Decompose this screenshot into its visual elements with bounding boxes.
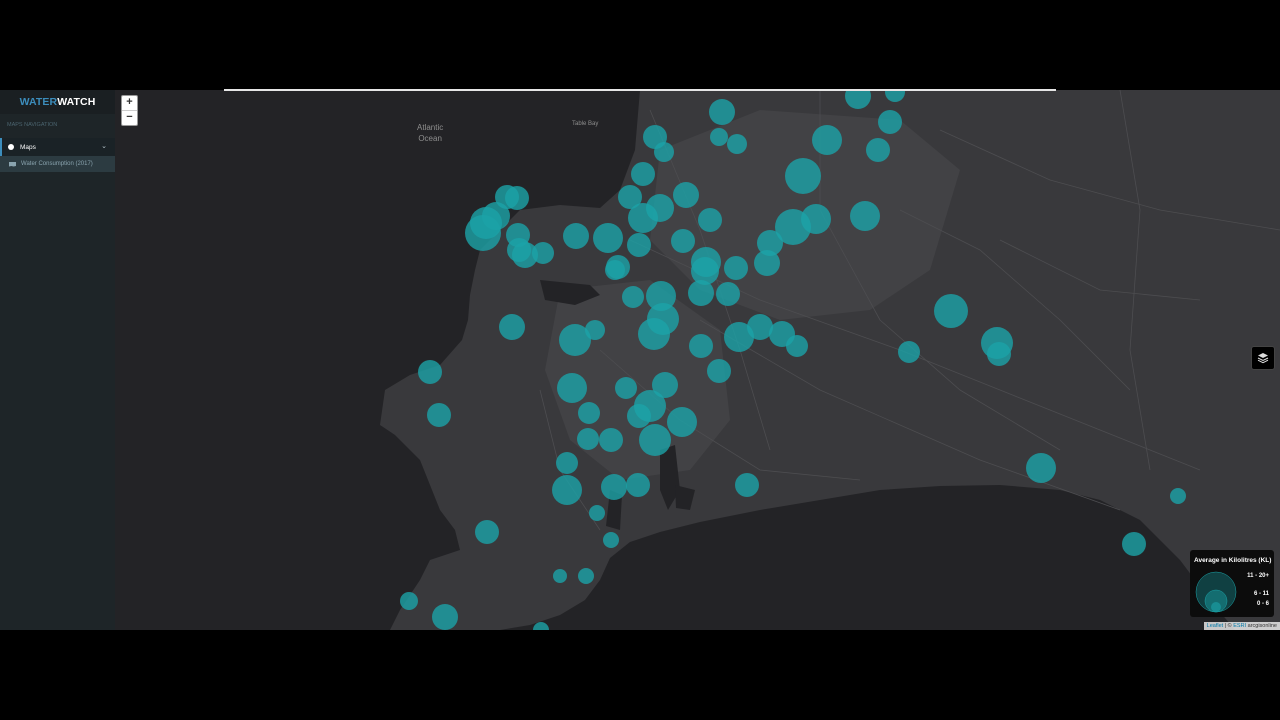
brand-water: WATER bbox=[19, 96, 58, 108]
loading-bar bbox=[224, 89, 1056, 91]
zoom-control: + − bbox=[121, 95, 138, 126]
attribution-separator: | © bbox=[1223, 623, 1234, 629]
sidebar-subitem-label: Water Consumption (2017) bbox=[21, 161, 93, 167]
legend-class-large: 11 - 20+ bbox=[1247, 573, 1269, 579]
layers-icon bbox=[1257, 353, 1269, 364]
bay-label: Table Bay bbox=[572, 121, 599, 127]
legend-circles bbox=[1195, 571, 1237, 613]
app-window: WATER WATCH MAPS NAVIGATION Maps ⌄ Water … bbox=[0, 90, 1280, 630]
basemap bbox=[115, 90, 1280, 630]
attribution-rest: arcgisonline bbox=[1246, 623, 1277, 629]
brand-area: WATER WATCH bbox=[0, 90, 115, 114]
leaflet-link[interactable]: Leaflet bbox=[1207, 623, 1224, 629]
brand-watch: WATCH bbox=[57, 96, 96, 108]
esri-link[interactable]: ESRI bbox=[1233, 623, 1246, 629]
brand-logo[interactable]: WATER WATCH bbox=[0, 90, 115, 114]
chevron-down-icon: ⌄ bbox=[101, 143, 107, 150]
sidebar-item-maps[interactable]: Maps ⌄ bbox=[0, 138, 115, 156]
nav-section-header: MAPS NAVIGATION bbox=[7, 122, 58, 128]
ocean-label-line2: Ocean bbox=[418, 134, 442, 143]
sidebar-item-label: Maps bbox=[20, 143, 36, 151]
zoom-in-button[interactable]: + bbox=[122, 96, 137, 110]
map-legend: Average in Kilolitres (KL) 11 - 20+ 6 - … bbox=[1190, 550, 1274, 617]
map-canvas[interactable]: Atlantic Ocean Table Bay bbox=[115, 90, 1280, 630]
layers-button[interactable] bbox=[1251, 346, 1275, 370]
map-attribution: Leaflet | © ESRI arcgisonline bbox=[1203, 622, 1280, 630]
globe-icon bbox=[8, 144, 14, 150]
ocean-label-line1: Atlantic bbox=[417, 123, 444, 132]
ocean-label: Atlantic Ocean bbox=[417, 122, 443, 144]
legend-title: Average in Kilolitres (KL) bbox=[1194, 557, 1272, 564]
legend-class-small: 0 - 6 bbox=[1256, 601, 1269, 607]
zoom-out-button[interactable]: − bbox=[122, 110, 137, 125]
map-icon bbox=[9, 161, 16, 167]
sidebar-subitem-water-consumption[interactable]: Water Consumption (2017) bbox=[0, 156, 115, 172]
legend-class-medium: 6 - 11 bbox=[1253, 591, 1269, 597]
sidebar: WATER WATCH MAPS NAVIGATION Maps ⌄ Water … bbox=[0, 90, 115, 630]
